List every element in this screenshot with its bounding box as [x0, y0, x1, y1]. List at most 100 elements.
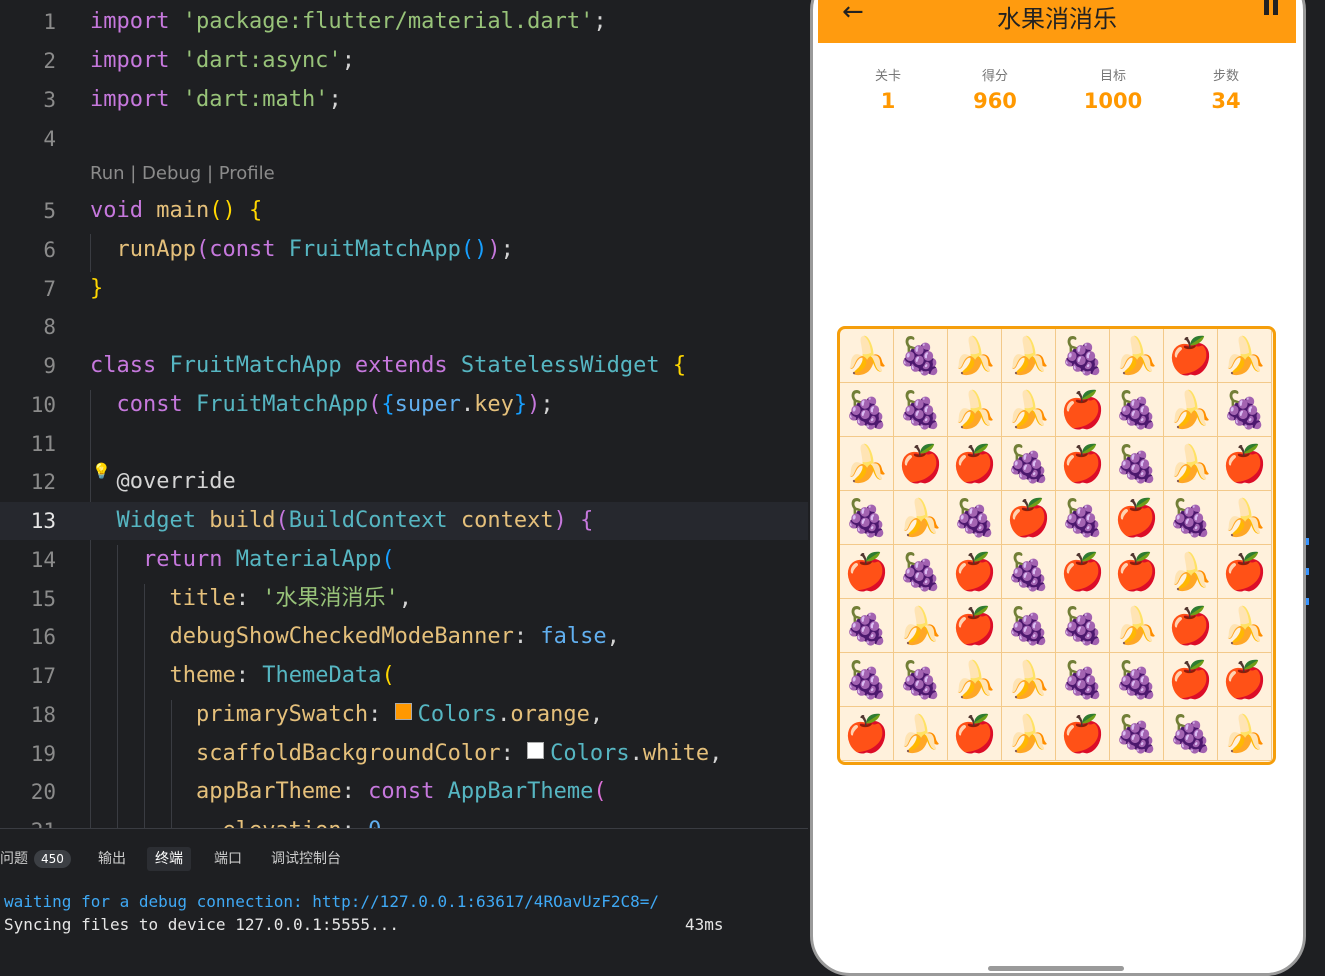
board-cell[interactable]: 🍎: [894, 437, 948, 491]
game-board[interactable]: 🍌 🍇 🍌 🍌 🍇 🍌 🍎 🍌 🍇 🍇 🍌 🍌 🍎 🍇 🍌 🍇 🍌 🍎 🍎 🍇 🍎 🍇 🍌 🍎 🍇 🍌 🍇 🍎 🍇 🍎 🍇 🍌 🍎 🍇 🍎 🍇 🍎 🍎 🍌 🍎…: [837, 326, 1276, 765]
board-cell[interactable]: 🍇: [948, 491, 1002, 545]
board-cell[interactable]: 🍎: [948, 545, 1002, 599]
code-line[interactable]: 5 void main() {: [0, 192, 808, 230]
code-line[interactable]: 3 import 'dart:math';: [0, 81, 808, 119]
board-cell[interactable]: 🍇: [840, 383, 894, 437]
color-swatch-icon[interactable]: [394, 703, 412, 720]
code-line[interactable]: 15 title: '水果消消乐',: [0, 580, 808, 618]
board-cell[interactable]: 🍎: [1056, 437, 1110, 491]
board-cell[interactable]: 🍎: [1056, 383, 1110, 437]
code-token: ;: [341, 48, 355, 73]
board-cell[interactable]: 🍌: [1002, 653, 1056, 707]
code-line[interactable]: 17 theme: ThemeData(: [0, 657, 808, 695]
board-cell[interactable]: 🍌: [1164, 545, 1218, 599]
code-line[interactable]: 21 elevation: 0,: [0, 812, 808, 828]
board-cell[interactable]: 🍇: [894, 329, 948, 383]
board-cell[interactable]: 🍎: [1110, 545, 1164, 599]
board-cell[interactable]: 🍎: [1110, 491, 1164, 545]
board-cell[interactable]: 🍌: [840, 329, 894, 383]
board-cell[interactable]: 🍇: [1164, 491, 1218, 545]
board-cell[interactable]: 🍇: [1056, 329, 1110, 383]
code-line[interactable]: 11: [0, 425, 808, 463]
tab-terminal[interactable]: 终端: [147, 847, 191, 871]
board-cell[interactable]: 🍌: [948, 383, 1002, 437]
board-cell[interactable]: 🍎: [1218, 437, 1272, 491]
board-cell[interactable]: 🍇: [1164, 707, 1218, 761]
board-cell[interactable]: 🍎: [1164, 653, 1218, 707]
board-cell[interactable]: 🍌: [1218, 707, 1272, 761]
tab-ports[interactable]: 端口: [214, 847, 242, 871]
board-cell[interactable]: 🍌: [1110, 329, 1164, 383]
board-cell[interactable]: 🍇: [1056, 653, 1110, 707]
code-line[interactable]: 18 primarySwatch: Colors.orange,: [0, 696, 808, 734]
board-cell[interactable]: 🍎: [1002, 491, 1056, 545]
board-cell[interactable]: 🍇: [1002, 599, 1056, 653]
board-cell[interactable]: 🍌: [1002, 383, 1056, 437]
board-cell[interactable]: 🍎: [1164, 329, 1218, 383]
code-line[interactable]: 2 import 'dart:async';: [0, 42, 808, 80]
board-cell[interactable]: 🍇: [1002, 437, 1056, 491]
board-cell[interactable]: 🍌: [894, 491, 948, 545]
board-cell[interactable]: 🍎: [1164, 599, 1218, 653]
code-line[interactable]: 1 import 'package:flutter/material.dart';: [0, 3, 808, 41]
board-cell[interactable]: 🍇: [1110, 437, 1164, 491]
code-line[interactable]: 16 debugShowCheckedModeBanner: false,: [0, 618, 808, 656]
code-line[interactable]: 6 runApp(const FruitMatchApp());: [0, 231, 808, 269]
board-cell[interactable]: 🍎: [1218, 653, 1272, 707]
code-line[interactable]: 12 @override: [0, 463, 808, 501]
board-cell[interactable]: 🍌: [1164, 437, 1218, 491]
board-cell[interactable]: 🍌: [1218, 599, 1272, 653]
board-cell[interactable]: 🍇: [1110, 653, 1164, 707]
board-cell[interactable]: 🍌: [1110, 599, 1164, 653]
board-cell[interactable]: 🍇: [1110, 383, 1164, 437]
board-cell[interactable]: 🍎: [1056, 707, 1110, 761]
board-cell[interactable]: 🍌: [894, 599, 948, 653]
code-line[interactable]: 9 class FruitMatchApp extends StatelessWi…: [0, 347, 808, 385]
board-cell[interactable]: 🍌: [1218, 329, 1272, 383]
board-cell[interactable]: 🍎: [948, 437, 1002, 491]
codelens-run-debug-profile[interactable]: Run | Debug | Profile: [90, 163, 275, 184]
board-cell[interactable]: 🍌: [948, 329, 1002, 383]
code-line[interactable]: 8: [0, 308, 808, 346]
board-cell[interactable]: 🍌: [1002, 329, 1056, 383]
tab-problems[interactable]: 问题 450: [0, 847, 71, 871]
board-cell[interactable]: 🍌: [1218, 491, 1272, 545]
board-cell[interactable]: 🍌: [894, 707, 948, 761]
board-cell[interactable]: 🍎: [1218, 545, 1272, 599]
board-cell[interactable]: 🍌: [1164, 383, 1218, 437]
code-editor[interactable]: Run | Debug | Profile 💡 1 import 'package…: [0, 0, 808, 828]
board-cell[interactable]: 🍎: [948, 599, 1002, 653]
board-cell[interactable]: 🍇: [840, 491, 894, 545]
board-cell[interactable]: 🍇: [894, 653, 948, 707]
board-cell[interactable]: 🍇: [894, 383, 948, 437]
board-cell[interactable]: 🍇: [1056, 491, 1110, 545]
code-line[interactable]: 7}: [0, 270, 808, 308]
tab-output[interactable]: 输出: [98, 847, 126, 871]
code-line[interactable]: 10 const FruitMatchApp({super.key});: [0, 386, 808, 424]
board-cell[interactable]: 🍇: [1218, 383, 1272, 437]
board-cell[interactable]: 🍎: [840, 545, 894, 599]
board-cell[interactable]: 🍇: [894, 545, 948, 599]
board-cell[interactable]: 🍎: [1056, 545, 1110, 599]
tab-debug-console[interactable]: 调试控制台: [271, 847, 341, 871]
pause-icon[interactable]: [1264, 0, 1280, 15]
board-cell[interactable]: 🍇: [1002, 545, 1056, 599]
board-cell[interactable]: 🍌: [948, 653, 1002, 707]
board-cell[interactable]: 🍎: [948, 707, 1002, 761]
code-line[interactable]: 13 Widget build(BuildContext context) {: [0, 502, 808, 540]
color-swatch-icon[interactable]: [527, 742, 545, 759]
board-cell[interactable]: 🍇: [840, 599, 894, 653]
code-line[interactable]: 19 scaffoldBackgroundColor: Colors.white…: [0, 735, 808, 773]
code-line[interactable]: 14 return MaterialApp(: [0, 541, 808, 579]
home-indicator[interactable]: [988, 966, 1124, 971]
board-cell[interactable]: 🍇: [1056, 599, 1110, 653]
board-cell[interactable]: 🍌: [1002, 707, 1056, 761]
board-cell[interactable]: 🍇: [1110, 707, 1164, 761]
code-line[interactable]: 20 appBarTheme: const AppBarTheme(: [0, 773, 808, 811]
code-line[interactable]: 4: [0, 120, 808, 158]
board-cell[interactable]: 🍇: [840, 653, 894, 707]
stat-label: 关卡: [874, 69, 901, 84]
board-cell[interactable]: 🍌: [840, 437, 894, 491]
board-cell[interactable]: 🍎: [840, 707, 894, 761]
